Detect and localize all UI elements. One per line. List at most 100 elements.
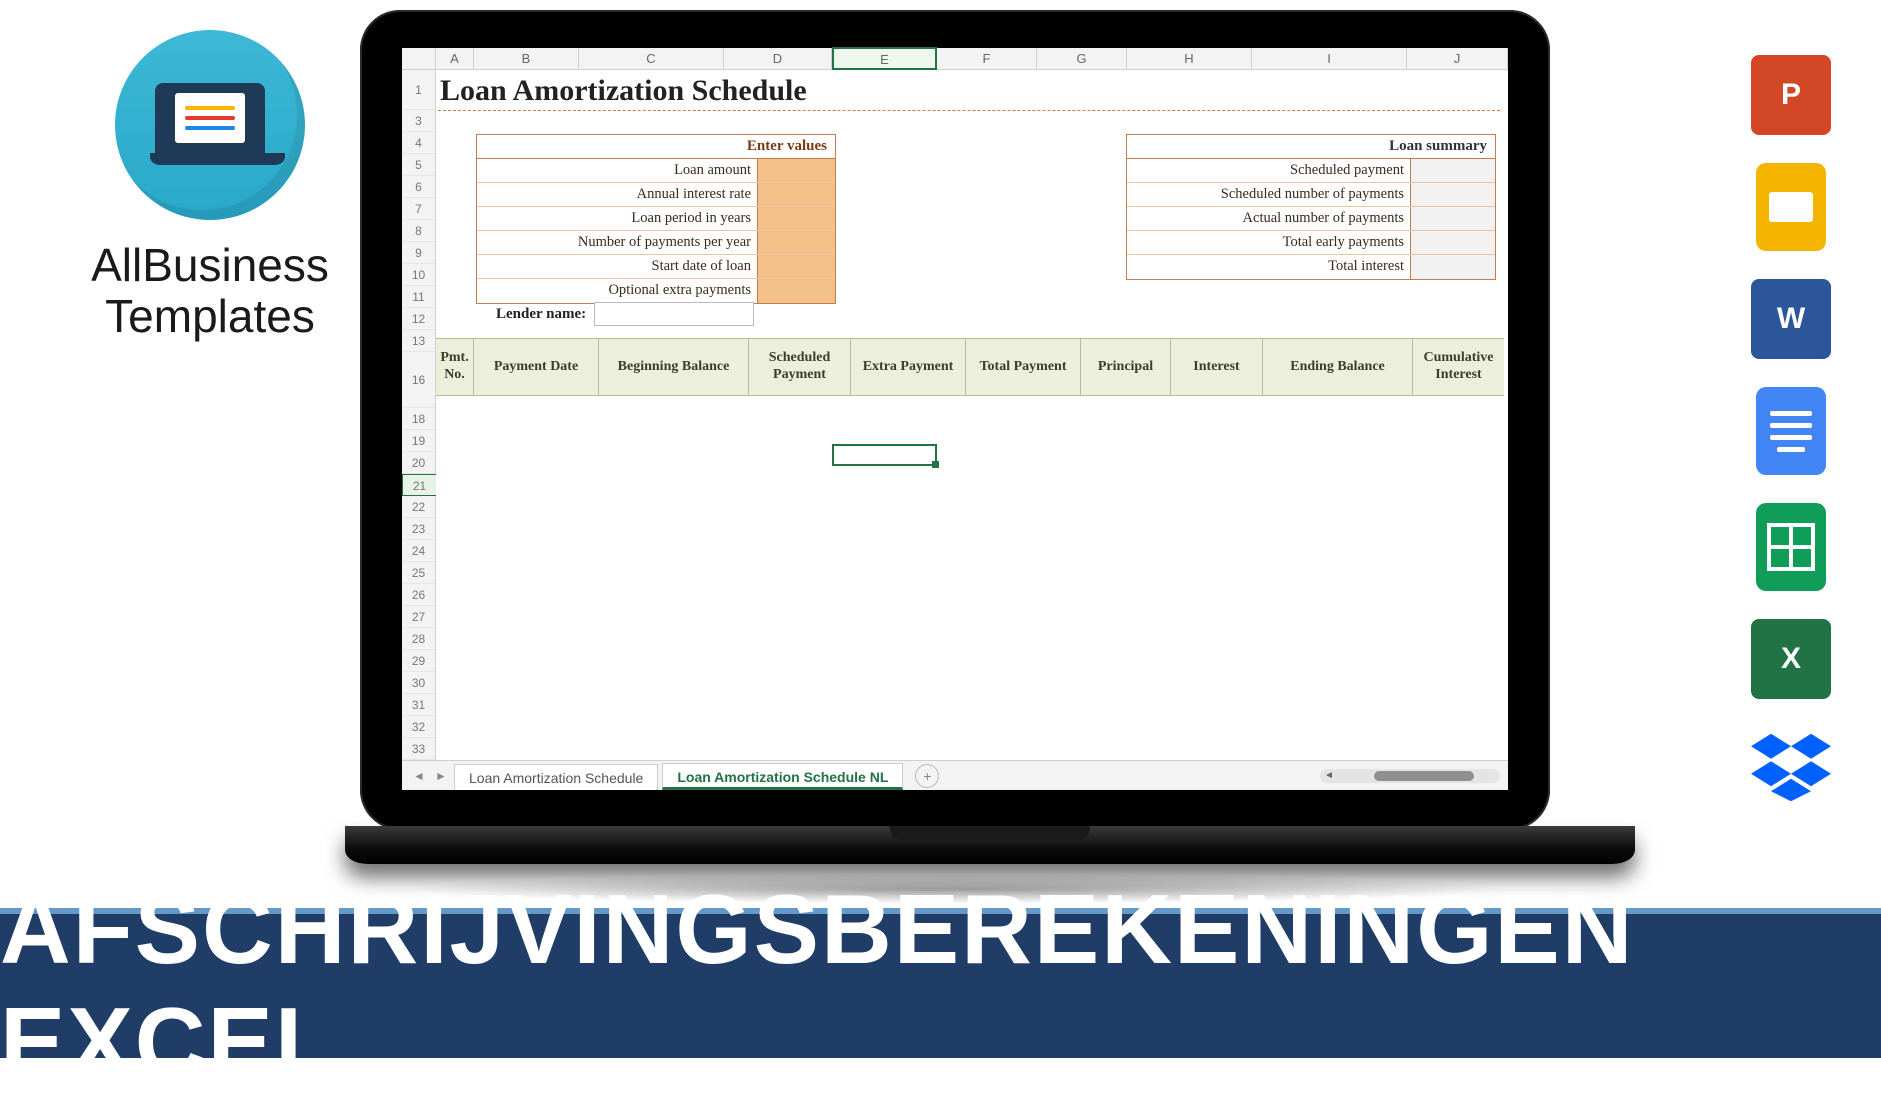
row-header[interactable]: 33 — [402, 738, 435, 760]
sheet-tabs-bar: ◄ ► Loan Amortization Schedule Loan Amor… — [402, 760, 1508, 790]
field-label: Scheduled payment — [1127, 159, 1410, 182]
row-header[interactable]: 11 — [402, 286, 435, 308]
actual-num-payments-output — [1410, 207, 1495, 230]
app-icons-column: P W X — [1751, 55, 1831, 807]
schedule-col: Interest — [1171, 339, 1263, 395]
field-label: Total interest — [1127, 255, 1410, 279]
field-label: Number of payments per year — [477, 231, 757, 254]
row-header[interactable]: 25 — [402, 562, 435, 584]
title-underline — [438, 110, 1500, 111]
field-label: Actual number of payments — [1127, 207, 1410, 230]
brand-logo: AllBusiness Templates — [60, 30, 360, 341]
column-headers: A B C D E F G H I J — [402, 48, 1508, 70]
schedule-col: Pmt. No. — [436, 339, 474, 395]
loan-period-input[interactable] — [757, 207, 835, 230]
dropbox-icon[interactable] — [1751, 727, 1831, 807]
field-label: Optional extra payments — [477, 279, 757, 303]
row-header[interactable]: 3 — [402, 110, 435, 132]
row-header[interactable]: 23 — [402, 518, 435, 540]
google-sheets-icon[interactable] — [1756, 503, 1826, 591]
col-header[interactable]: C — [579, 48, 724, 69]
row-header[interactable]: 20 — [402, 452, 435, 474]
row-header[interactable]: 27 — [402, 606, 435, 628]
start-date-input[interactable] — [757, 255, 835, 278]
payments-per-year-input[interactable] — [757, 231, 835, 254]
schedule-header-row: Pmt. No. Payment Date Beginning Balance … — [436, 338, 1504, 396]
col-header[interactable]: G — [1037, 48, 1127, 69]
field-label: Total early payments — [1127, 231, 1410, 254]
row-header[interactable]: 19 — [402, 430, 435, 452]
field-label: Start date of loan — [477, 255, 757, 278]
scheduled-num-payments-output — [1410, 183, 1495, 206]
row-header[interactable]: 12 — [402, 308, 435, 330]
spreadsheet: A B C D E F G H I J 1 3 4 5 6 7 8 — [402, 48, 1508, 790]
row-header[interactable]: 18 — [402, 408, 435, 430]
schedule-col: Ending Balance — [1263, 339, 1413, 395]
extra-payments-input[interactable] — [757, 279, 835, 303]
lender-name-input[interactable] — [594, 302, 754, 326]
total-interest-output — [1410, 255, 1495, 279]
scrollbar-thumb[interactable] — [1374, 771, 1474, 781]
laptop-mockup: A B C D E F G H I J 1 3 4 5 6 7 8 — [345, 10, 1565, 904]
annual-interest-input[interactable] — [757, 183, 835, 206]
row-header[interactable]: 13 — [402, 330, 435, 352]
row-header[interactable]: 7 — [402, 198, 435, 220]
lender-row: Lender name: — [496, 302, 754, 326]
horizontal-scrollbar[interactable]: ◄ — [1320, 769, 1500, 783]
col-header[interactable]: H — [1127, 48, 1252, 69]
spreadsheet-content[interactable]: Loan Amortization Schedule Enter values … — [436, 70, 1508, 760]
selected-cell[interactable] — [832, 444, 937, 466]
row-header[interactable]: 30 — [402, 672, 435, 694]
loan-summary-box: Loan summary Scheduled payment Scheduled… — [1126, 134, 1496, 280]
col-header[interactable]: B — [474, 48, 579, 69]
col-header[interactable]: D — [724, 48, 832, 69]
banner-text: AFSCHRIJVINGSBEREKENINGEN EXCEL — [0, 873, 1881, 1099]
row-header[interactable]: 5 — [402, 154, 435, 176]
row-header[interactable]: 16 — [402, 352, 435, 408]
row-header[interactable]: 28 — [402, 628, 435, 650]
brand-name-line2: Templates — [60, 291, 360, 342]
loan-amount-input[interactable] — [757, 159, 835, 182]
tab-nav-prev-icon[interactable]: ◄ — [410, 769, 428, 783]
col-header[interactable]: I — [1252, 48, 1407, 69]
schedule-col: Payment Date — [474, 339, 599, 395]
schedule-col: Extra Payment — [851, 339, 966, 395]
col-header[interactable]: J — [1407, 48, 1508, 69]
enter-values-header: Enter values — [477, 135, 835, 159]
row-header[interactable]: 26 — [402, 584, 435, 606]
row-header-selected[interactable]: 21 — [402, 474, 436, 496]
row-header[interactable]: 6 — [402, 176, 435, 198]
total-early-payments-output — [1410, 231, 1495, 254]
row-headers: 1 3 4 5 6 7 8 9 10 11 12 13 16 18 19 20 — [402, 70, 436, 760]
row-header[interactable]: 22 — [402, 496, 435, 518]
row-header[interactable]: 9 — [402, 242, 435, 264]
row-header[interactable]: 24 — [402, 540, 435, 562]
excel-icon[interactable]: X — [1751, 619, 1831, 699]
sheet-title: Loan Amortization Schedule — [440, 74, 807, 108]
powerpoint-icon[interactable]: P — [1751, 55, 1831, 135]
scroll-left-icon[interactable]: ◄ — [1324, 770, 1334, 781]
field-label: Scheduled number of payments — [1127, 183, 1410, 206]
sheet-tab-active[interactable]: Loan Amortization Schedule NL — [662, 763, 903, 790]
row-header[interactable]: 31 — [402, 694, 435, 716]
row-header[interactable]: 4 — [402, 132, 435, 154]
row-header[interactable]: 29 — [402, 650, 435, 672]
sheet-tab[interactable]: Loan Amortization Schedule — [454, 764, 658, 790]
field-label: Loan period in years — [477, 207, 757, 230]
row-header[interactable]: 32 — [402, 716, 435, 738]
google-docs-icon[interactable] — [1756, 387, 1826, 475]
col-header-selected[interactable]: E — [832, 47, 937, 70]
col-header[interactable]: A — [436, 48, 474, 69]
row-header[interactable]: 10 — [402, 264, 435, 286]
tab-nav-next-icon[interactable]: ► — [432, 769, 450, 783]
col-header[interactable]: F — [937, 48, 1037, 69]
word-icon[interactable]: W — [1751, 279, 1831, 359]
enter-values-box: Enter values Loan amount Annual interest… — [476, 134, 836, 304]
schedule-col: Total Payment — [966, 339, 1081, 395]
field-label: Loan amount — [477, 159, 757, 182]
row-header[interactable]: 8 — [402, 220, 435, 242]
google-slides-icon[interactable] — [1756, 163, 1826, 251]
brand-logo-icon — [115, 30, 305, 220]
add-sheet-button[interactable]: + — [915, 764, 939, 788]
row-header[interactable]: 1 — [402, 70, 435, 110]
